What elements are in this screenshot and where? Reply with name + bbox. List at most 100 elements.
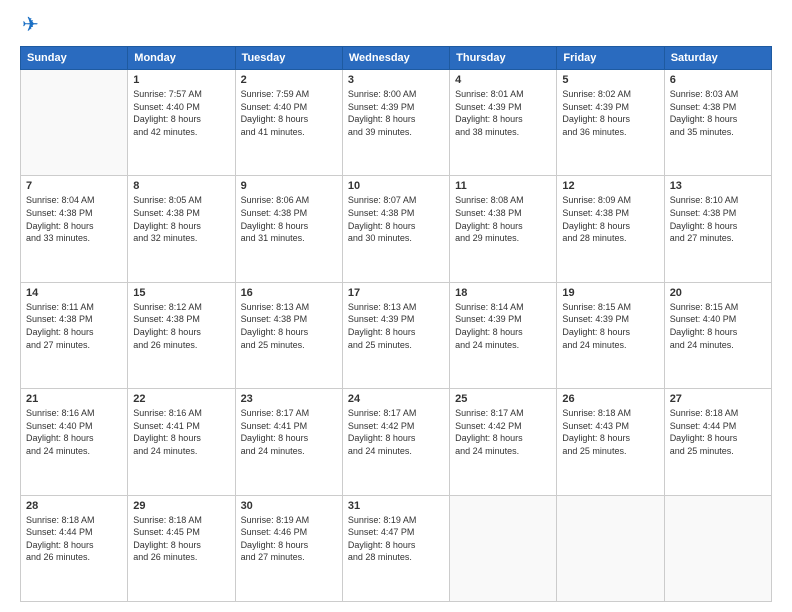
calendar-cell: 1 Sunrise: 7:57 AM Sunset: 4:40 PM Daylig… [128, 70, 235, 176]
day-info: Sunrise: 8:18 AM Sunset: 4:45 PM Dayligh… [133, 514, 229, 564]
calendar-cell: 21Sunrise: 8:16 AM Sunset: 4:40 PM Dayli… [21, 389, 128, 495]
day-number: 17 [348, 287, 444, 299]
day-info: Sunrise: 8:01 AM Sunset: 4:39 PM Dayligh… [455, 88, 551, 138]
calendar-cell: 3 Sunrise: 8:00 AM Sunset: 4:39 PM Daylig… [342, 70, 449, 176]
day-info: Sunrise: 8:17 AM Sunset: 4:42 PM Dayligh… [455, 407, 551, 457]
day-number: 10 [348, 180, 444, 192]
day-info: Sunrise: 8:13 AM Sunset: 4:39 PM Dayligh… [348, 301, 444, 351]
day-number: 27 [670, 393, 766, 405]
day-info: Sunrise: 8:15 AM Sunset: 4:39 PM Dayligh… [562, 301, 658, 351]
day-number: 3 [348, 74, 444, 86]
calendar-cell: 2 Sunrise: 7:59 AM Sunset: 4:40 PM Daylig… [235, 70, 342, 176]
day-info: Sunrise: 8:00 AM Sunset: 4:39 PM Dayligh… [348, 88, 444, 138]
day-number: 15 [133, 287, 229, 299]
calendar-cell: 11Sunrise: 8:08 AM Sunset: 4:38 PM Dayli… [450, 176, 557, 282]
calendar-week-row: 1 Sunrise: 7:57 AM Sunset: 4:40 PM Daylig… [21, 70, 772, 176]
day-info: Sunrise: 8:15 AM Sunset: 4:40 PM Dayligh… [670, 301, 766, 351]
calendar-cell: 9Sunrise: 8:06 AM Sunset: 4:38 PM Daylig… [235, 176, 342, 282]
calendar-week-row: 7 Sunrise: 8:04 AM Sunset: 4:38 PM Daylig… [21, 176, 772, 282]
day-number: 2 [241, 74, 337, 86]
day-number: 14 [26, 287, 122, 299]
calendar-cell: 10 Sunrise: 8:07 AM Sunset: 4:38 PM Dayli… [342, 176, 449, 282]
calendar-cell: 7 Sunrise: 8:04 AM Sunset: 4:38 PM Daylig… [21, 176, 128, 282]
logo: ✈ [20, 16, 39, 36]
day-info: Sunrise: 8:10 AM Sunset: 4:38 PM Dayligh… [670, 194, 766, 244]
calendar-cell: 17 Sunrise: 8:13 AM Sunset: 4:39 PM Dayli… [342, 282, 449, 388]
day-info: Sunrise: 8:17 AM Sunset: 4:42 PM Dayligh… [348, 407, 444, 457]
calendar-week-row: 28 Sunrise: 8:18 AM Sunset: 4:44 PM Dayli… [21, 495, 772, 601]
calendar-cell: 28 Sunrise: 8:18 AM Sunset: 4:44 PM Dayli… [21, 495, 128, 601]
day-number: 8 [133, 180, 229, 192]
calendar-day-header: Saturday [664, 47, 771, 70]
calendar-cell: 25Sunrise: 8:17 AM Sunset: 4:42 PM Dayli… [450, 389, 557, 495]
day-info: Sunrise: 8:18 AM Sunset: 4:43 PM Dayligh… [562, 407, 658, 457]
day-number: 24 [348, 393, 444, 405]
day-number: 30 [241, 500, 337, 512]
calendar-cell: 24 Sunrise: 8:17 AM Sunset: 4:42 PM Dayli… [342, 389, 449, 495]
day-number: 1 [133, 74, 229, 86]
calendar-day-header: Monday [128, 47, 235, 70]
calendar-cell: 13 Sunrise: 8:10 AM Sunset: 4:38 PM Dayli… [664, 176, 771, 282]
calendar-cell: 22 Sunrise: 8:16 AM Sunset: 4:41 PM Dayli… [128, 389, 235, 495]
day-number: 26 [562, 393, 658, 405]
calendar-cell: 29 Sunrise: 8:18 AM Sunset: 4:45 PM Dayli… [128, 495, 235, 601]
calendar-week-row: 14 Sunrise: 8:11 AM Sunset: 4:38 PM Dayli… [21, 282, 772, 388]
day-info: Sunrise: 8:02 AM Sunset: 4:39 PM Dayligh… [562, 88, 658, 138]
day-number: 18 [455, 287, 551, 299]
calendar-cell: 8Sunrise: 8:05 AM Sunset: 4:38 PM Daylig… [128, 176, 235, 282]
calendar-cell: 19 Sunrise: 8:15 AM Sunset: 4:39 PM Dayli… [557, 282, 664, 388]
day-info: Sunrise: 8:07 AM Sunset: 4:38 PM Dayligh… [348, 194, 444, 244]
day-number: 16 [241, 287, 337, 299]
day-info: Sunrise: 8:17 AM Sunset: 4:41 PM Dayligh… [241, 407, 337, 457]
day-number: 9 [241, 180, 337, 192]
day-info: Sunrise: 8:09 AM Sunset: 4:38 PM Dayligh… [562, 194, 658, 244]
day-number: 28 [26, 500, 122, 512]
page-container: ✈ SundayMondayTuesdayWednesdayThursdayFr… [0, 0, 792, 612]
calendar-cell [21, 70, 128, 176]
day-info: Sunrise: 7:59 AM Sunset: 4:40 PM Dayligh… [241, 88, 337, 138]
day-info: Sunrise: 8:04 AM Sunset: 4:38 PM Dayligh… [26, 194, 122, 244]
day-info: Sunrise: 8:16 AM Sunset: 4:40 PM Dayligh… [26, 407, 122, 457]
day-info: Sunrise: 8:12 AM Sunset: 4:38 PM Dayligh… [133, 301, 229, 351]
day-info: Sunrise: 8:16 AM Sunset: 4:41 PM Dayligh… [133, 407, 229, 457]
day-number: 31 [348, 500, 444, 512]
day-info: Sunrise: 8:18 AM Sunset: 4:44 PM Dayligh… [26, 514, 122, 564]
day-info: Sunrise: 7:57 AM Sunset: 4:40 PM Dayligh… [133, 88, 229, 138]
calendar-cell: 14 Sunrise: 8:11 AM Sunset: 4:38 PM Dayli… [21, 282, 128, 388]
calendar-cell: 15 Sunrise: 8:12 AM Sunset: 4:38 PM Dayli… [128, 282, 235, 388]
calendar-cell: 27 Sunrise: 8:18 AM Sunset: 4:44 PM Dayli… [664, 389, 771, 495]
day-number: 4 [455, 74, 551, 86]
day-info: Sunrise: 8:11 AM Sunset: 4:38 PM Dayligh… [26, 301, 122, 351]
day-number: 7 [26, 180, 122, 192]
calendar-cell: 4 Sunrise: 8:01 AM Sunset: 4:39 PM Daylig… [450, 70, 557, 176]
calendar-cell: 26 Sunrise: 8:18 AM Sunset: 4:43 PM Dayli… [557, 389, 664, 495]
calendar-cell: 12 Sunrise: 8:09 AM Sunset: 4:38 PM Dayli… [557, 176, 664, 282]
calendar-cell: 30 Sunrise: 8:19 AM Sunset: 4:46 PM Dayli… [235, 495, 342, 601]
day-number: 5 [562, 74, 658, 86]
calendar-cell: 18 Sunrise: 8:14 AM Sunset: 4:39 PM Dayli… [450, 282, 557, 388]
day-number: 23 [241, 393, 337, 405]
calendar-cell: 5 Sunrise: 8:02 AM Sunset: 4:39 PM Daylig… [557, 70, 664, 176]
calendar-week-row: 21Sunrise: 8:16 AM Sunset: 4:40 PM Dayli… [21, 389, 772, 495]
day-info: Sunrise: 8:19 AM Sunset: 4:46 PM Dayligh… [241, 514, 337, 564]
day-info: Sunrise: 8:18 AM Sunset: 4:44 PM Dayligh… [670, 407, 766, 457]
calendar-cell: 31 Sunrise: 8:19 AM Sunset: 4:47 PM Dayli… [342, 495, 449, 601]
day-number: 20 [670, 287, 766, 299]
day-info: Sunrise: 8:19 AM Sunset: 4:47 PM Dayligh… [348, 514, 444, 564]
day-info: Sunrise: 8:08 AM Sunset: 4:38 PM Dayligh… [455, 194, 551, 244]
calendar-cell [450, 495, 557, 601]
calendar-header-row: SundayMondayTuesdayWednesdayThursdayFrid… [21, 47, 772, 70]
logo-icon: ✈ [22, 14, 39, 36]
calendar-cell: 20 Sunrise: 8:15 AM Sunset: 4:40 PM Dayli… [664, 282, 771, 388]
day-number: 29 [133, 500, 229, 512]
calendar-cell [557, 495, 664, 601]
calendar-day-header: Sunday [21, 47, 128, 70]
day-info: Sunrise: 8:03 AM Sunset: 4:38 PM Dayligh… [670, 88, 766, 138]
day-number: 12 [562, 180, 658, 192]
day-number: 22 [133, 393, 229, 405]
day-info: Sunrise: 8:14 AM Sunset: 4:39 PM Dayligh… [455, 301, 551, 351]
day-number: 13 [670, 180, 766, 192]
calendar-day-header: Tuesday [235, 47, 342, 70]
calendar-day-header: Wednesday [342, 47, 449, 70]
day-number: 19 [562, 287, 658, 299]
